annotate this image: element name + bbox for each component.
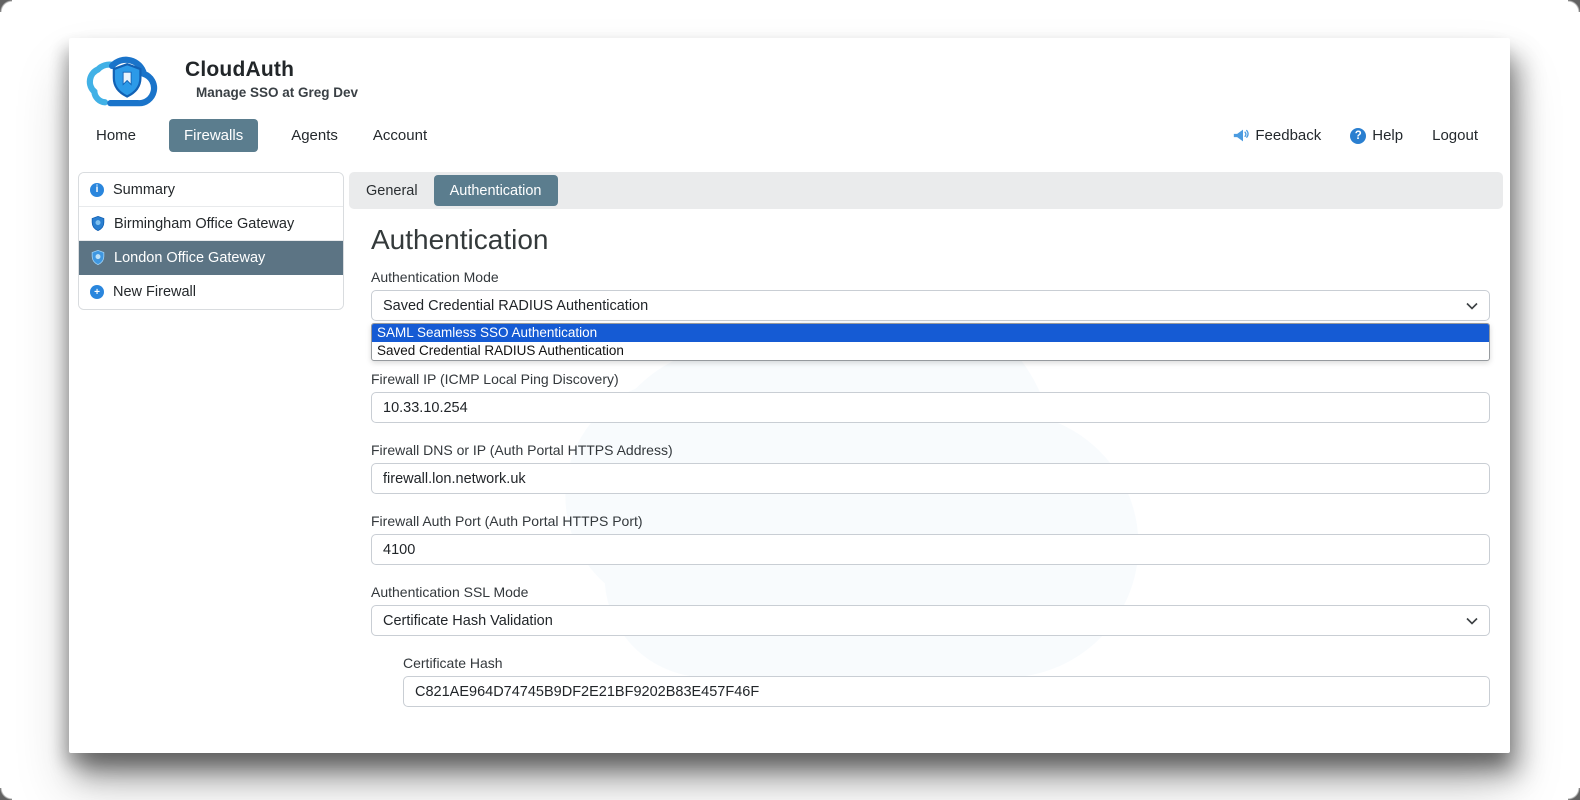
shield-icon: [90, 216, 105, 231]
authentication-form: Authentication Mode Saved Credential RAD…: [349, 269, 1503, 786]
sidebar-item-new-firewall[interactable]: + New Firewall: [79, 275, 343, 309]
auth-port-group: Firewall Auth Port (Auth Portal HTTPS Po…: [371, 513, 1490, 565]
tab-general[interactable]: General: [352, 175, 432, 206]
cert-hash-group: Certificate Hash: [403, 655, 1490, 707]
nav-item-agents[interactable]: Agents: [289, 119, 340, 152]
firewall-dns-label: Firewall DNS or IP (Auth Portal HTTPS Ad…: [371, 442, 673, 458]
firewall-detail-panel: General Authentication Authentication Au…: [349, 172, 1503, 786]
auth-mode-group: Authentication Mode Saved Credential RAD…: [371, 269, 1490, 361]
content-area: i Summary Birmingham Office Gateway Lond…: [69, 162, 1510, 786]
app-title: CloudAuth: [185, 58, 295, 81]
ssl-mode-select[interactable]: Certificate Hash Validation: [371, 605, 1490, 636]
help-link[interactable]: ? Help: [1350, 127, 1403, 144]
screen-corner-artifact: [0, 788, 12, 800]
info-icon: i: [90, 182, 104, 197]
sidebar-item-london-office-gateway[interactable]: London Office Gateway: [79, 241, 343, 275]
sidebar-item-label: Birmingham Office Gateway: [114, 215, 295, 232]
firewall-ip-input[interactable]: [371, 392, 1490, 423]
ssl-mode-group: Authentication SSL Mode Certificate Hash…: [371, 584, 1490, 636]
auth-mode-selected-value: Saved Credential RADIUS Authentication: [383, 297, 649, 314]
dropdown-option-saml[interactable]: SAML Seamless SSO Authentication: [372, 324, 1489, 342]
ssl-mode-selected-value: Certificate Hash Validation: [383, 612, 553, 629]
tab-authentication[interactable]: Authentication: [433, 175, 558, 206]
chevron-down-icon: [1466, 302, 1478, 310]
help-label: Help: [1372, 127, 1404, 144]
app-tagline: Manage SSO at Greg Dev: [196, 85, 359, 100]
firewall-ip-label: Firewall IP (ICMP Local Ping Discovery): [371, 371, 619, 387]
screen-corner-artifact: [1568, 0, 1580, 12]
feedback-megaphone-icon: [1234, 129, 1250, 142]
plus-icon: +: [90, 285, 104, 299]
auth-mode-dropdown: SAML Seamless SSO Authentication Saved C…: [371, 323, 1490, 361]
top-nav: Home Firewalls Agents Account Feedback ?…: [82, 119, 1494, 162]
auth-port-label: Firewall Auth Port (Auth Portal HTTPS Po…: [371, 513, 643, 529]
cloudauth-logo: [86, 56, 158, 107]
sidebar-item-birmingham-office-gateway[interactable]: Birmingham Office Gateway: [79, 207, 343, 241]
shield-logo-mark: [112, 62, 142, 98]
firewall-dns-group: Firewall DNS or IP (Auth Portal HTTPS Ad…: [371, 442, 1490, 494]
cert-hash-label: Certificate Hash: [403, 655, 503, 671]
sidebar-item-summary[interactable]: i Summary: [79, 173, 343, 207]
logout-label: Logout: [1432, 127, 1478, 144]
feedback-label: Feedback: [1255, 127, 1322, 144]
page-title: Authentication: [371, 224, 549, 255]
sidebar-item-label: New Firewall: [113, 284, 196, 300]
logout-link[interactable]: Logout: [1432, 127, 1478, 144]
help-icon: ?: [1350, 127, 1367, 144]
nav-item-firewalls[interactable]: Firewalls: [169, 119, 259, 152]
shield-icon: [90, 250, 105, 265]
ssl-mode-label: Authentication SSL Mode: [371, 584, 529, 600]
screen-corner-artifact: [0, 0, 12, 12]
chevron-down-icon: [1466, 617, 1478, 625]
firewall-ip-group: Firewall IP (ICMP Local Ping Discovery): [371, 371, 1490, 423]
firewall-sidebar: i Summary Birmingham Office Gateway Lond…: [78, 172, 344, 310]
app-header: CloudAuth Manage SSO at Greg Dev Home Fi…: [69, 38, 1510, 162]
dropdown-option-radius[interactable]: Saved Credential RADIUS Authentication: [372, 342, 1489, 360]
sidebar-item-label: London Office Gateway: [114, 249, 266, 266]
brand: CloudAuth Manage SSO at Greg Dev: [82, 50, 1494, 112]
auth-port-input[interactable]: [371, 534, 1490, 565]
feedback-link[interactable]: Feedback: [1232, 127, 1321, 144]
auth-mode-label: Authentication Mode: [371, 269, 499, 285]
auth-mode-select[interactable]: Saved Credential RADIUS Authentication: [371, 290, 1490, 321]
cert-hash-input[interactable]: [403, 676, 1490, 707]
sidebar-item-label: Summary: [113, 181, 176, 198]
detail-tabstrip: General Authentication: [349, 172, 1503, 209]
app-window: CloudAuth Manage SSO at Greg Dev Home Fi…: [69, 38, 1510, 753]
nav-item-home[interactable]: Home: [94, 119, 138, 152]
firewall-dns-input[interactable]: [371, 463, 1490, 494]
screen-corner-artifact: [1568, 788, 1580, 800]
nav-item-account[interactable]: Account: [371, 119, 429, 152]
